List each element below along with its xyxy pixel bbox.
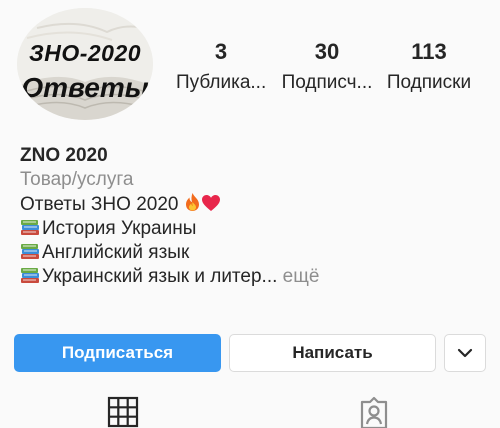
message-button-label: Написать bbox=[292, 343, 373, 362]
bio-line-3: Английский язык bbox=[20, 241, 480, 265]
stat-following[interactable]: 113 Подписки bbox=[382, 38, 476, 96]
message-button[interactable]: Написать bbox=[229, 334, 436, 372]
grid-icon[interactable] bbox=[107, 396, 139, 428]
bio-line-1-text: Ответы ЗНО 2020 bbox=[20, 194, 179, 215]
avatar-title-line1: ЗНО-2020 bbox=[28, 40, 142, 66]
posts-count: 3 bbox=[214, 39, 228, 64]
avatar-title-line2: Ответы bbox=[21, 72, 149, 103]
bio-line-3-text: Английский язык bbox=[42, 242, 190, 263]
profile-bio: ZNO 2020 Товар/услуга Ответы ЗНО 2020 Ис… bbox=[20, 144, 480, 289]
profile-category: Товар/услуга bbox=[20, 169, 134, 190]
followers-count: 30 bbox=[314, 39, 340, 64]
suggested-accounts-button[interactable] bbox=[444, 334, 486, 372]
tagged-icon[interactable] bbox=[358, 396, 390, 428]
follow-button-label: Подписаться bbox=[61, 343, 174, 362]
following-count: 113 bbox=[411, 39, 447, 64]
followers-label: Подписч... bbox=[281, 72, 373, 93]
posts-label: Публика... bbox=[176, 72, 267, 93]
profile-name: ZNO 2020 bbox=[20, 145, 108, 166]
bio-line-4-text: Украинский язык и литер... bbox=[42, 266, 278, 287]
more-link[interactable]: ещё bbox=[277, 266, 320, 287]
stat-followers[interactable]: 30 Подписч... bbox=[279, 38, 375, 96]
follow-button[interactable]: Подписаться bbox=[14, 334, 221, 372]
heart-icon bbox=[201, 195, 220, 211]
profile-page: ЗНО-2020 Ответы 3 Публика... 30 Подписч.… bbox=[0, 0, 500, 428]
bio-line-2: История Украины bbox=[20, 217, 480, 241]
profile-avatar[interactable]: ЗНО-2020 Ответы bbox=[17, 8, 153, 120]
bio-line-1: Ответы ЗНО 2020 bbox=[20, 192, 480, 217]
fire-icon bbox=[185, 193, 199, 211]
chevron-down-icon bbox=[457, 348, 473, 358]
bio-line-2-text: История Украины bbox=[42, 218, 197, 239]
following-label: Подписки bbox=[386, 72, 472, 93]
books-icon bbox=[21, 220, 39, 235]
books-icon bbox=[21, 268, 39, 283]
stat-posts[interactable]: 3 Публика... bbox=[176, 38, 266, 96]
bio-line-4: Украинский язык и литер... ещё bbox=[20, 265, 480, 289]
books-icon bbox=[21, 244, 39, 259]
